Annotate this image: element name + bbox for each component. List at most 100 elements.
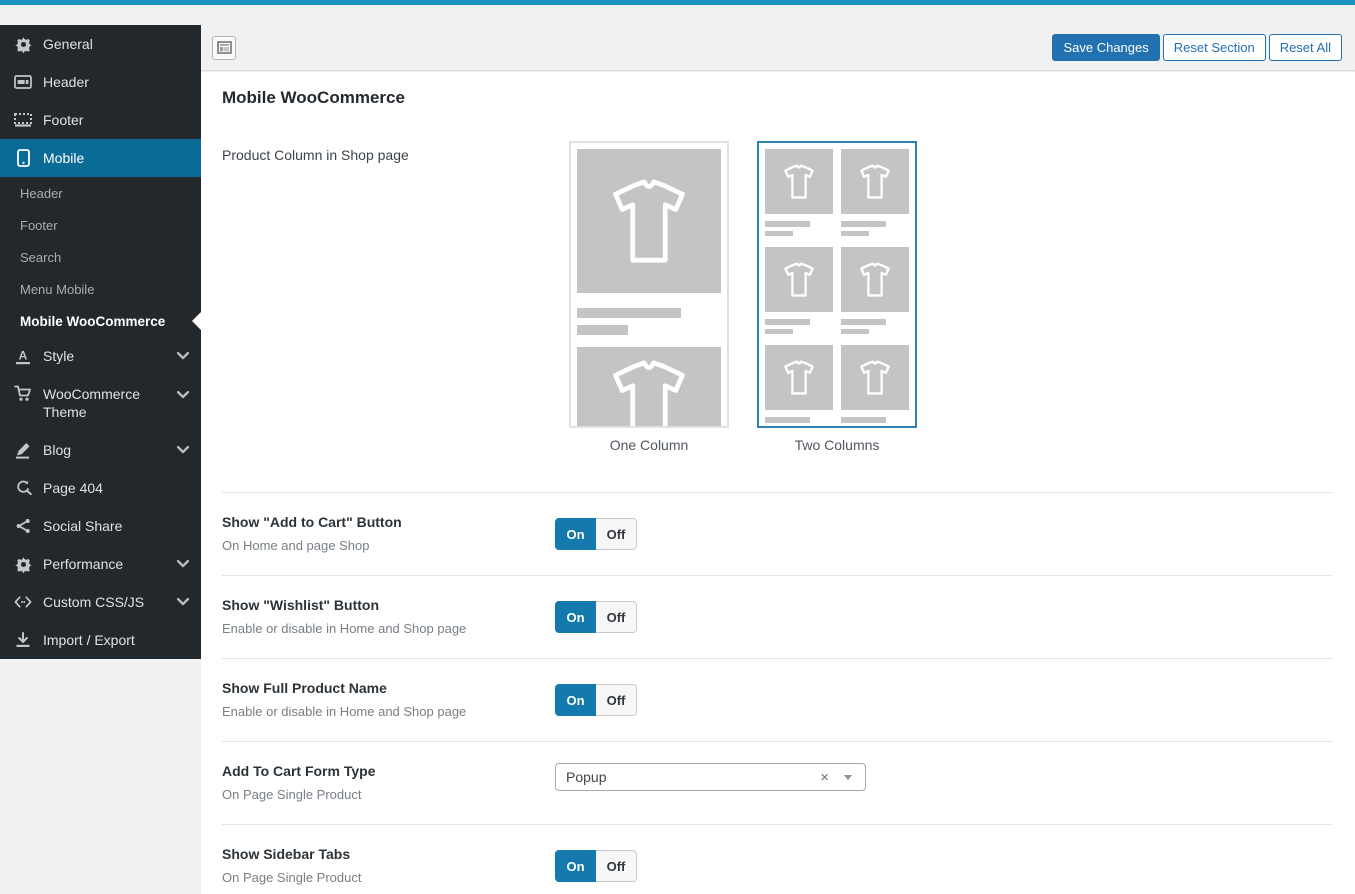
select-value: Popup	[566, 769, 606, 785]
sidebar-item-label: Header	[43, 74, 89, 90]
form-type-select[interactable]: Popup ×	[555, 763, 866, 791]
top-accent-bar	[0, 0, 1355, 5]
sidebar-item-import-export[interactable]: Import / Export	[0, 621, 201, 659]
dropdown-arrow-icon[interactable]	[844, 775, 852, 780]
sidebar-subitem-label: Mobile WooCommerce	[20, 314, 165, 329]
chevron-down-icon[interactable]	[177, 391, 189, 399]
clear-selection-icon[interactable]: ×	[820, 770, 829, 785]
smartphone-icon	[14, 149, 32, 167]
setting-row-add-to-cart: Show "Add to Cart" Button On Home and pa…	[222, 492, 1333, 575]
chevron-down-icon[interactable]	[177, 560, 189, 568]
setting-label: Product Column in Shop page	[222, 141, 555, 453]
product-image-placeholder	[577, 347, 721, 428]
setting-description: On Page Single Product	[222, 870, 555, 885]
settings-panel: Mobile WooCommerce Product Column in Sho…	[201, 72, 1355, 894]
tshirt-icon	[856, 360, 894, 395]
setting-row-wishlist: Show "Wishlist" Button Enable or disable…	[222, 575, 1333, 658]
toggle-off-button[interactable]: Off	[596, 518, 637, 550]
chevron-down-icon[interactable]	[177, 598, 189, 606]
setting-description: Enable or disable in Home and Shop page	[222, 621, 555, 636]
toggle-on-button[interactable]: On	[555, 684, 596, 716]
toggle-on-button[interactable]: On	[555, 518, 596, 550]
search-refresh-icon	[14, 480, 32, 496]
chevron-down-icon[interactable]	[177, 446, 189, 454]
gear-icon	[14, 36, 32, 53]
sidebar-item-label: Page 404	[43, 480, 103, 496]
sidebar-subitem-search[interactable]: Search	[0, 241, 201, 273]
style-a-icon: A	[14, 348, 32, 365]
sidebar-item-performance[interactable]: Performance	[0, 545, 201, 583]
sidebar-tabs-toggle: On Off	[555, 850, 637, 882]
reset-all-button[interactable]: Reset All	[1269, 34, 1342, 61]
download-icon	[14, 632, 32, 648]
sidebar-item-page-404[interactable]: Page 404	[0, 469, 201, 507]
top-toolbar: Save Changes Reset Section Reset All	[201, 25, 1355, 71]
sidebar-subitem-menu-mobile[interactable]: Menu Mobile	[0, 273, 201, 305]
sidebar-item-style[interactable]: A Style	[0, 337, 201, 375]
product-tile	[841, 247, 909, 334]
text-bar-placeholder	[577, 325, 628, 335]
option-label: One Column	[569, 437, 729, 453]
sidebar-item-label: Import / Export	[43, 632, 135, 648]
product-column-setting: Product Column in Shop page One Column	[222, 141, 1333, 492]
sidebar-subitem-mobile-woocommerce[interactable]: Mobile WooCommerce	[0, 305, 201, 337]
option-label: Two Columns	[757, 437, 917, 453]
toggle-off-button[interactable]: Off	[596, 601, 637, 633]
sidebar-item-mobile[interactable]: Mobile	[0, 139, 201, 177]
sidebar-item-label: General	[43, 36, 93, 52]
setting-title: Show Full Product Name	[222, 680, 555, 696]
cart-icon	[14, 385, 32, 402]
sidebar-item-general[interactable]: General	[0, 25, 201, 63]
setting-description: On Home and page Shop	[222, 538, 555, 553]
header-layout-icon	[14, 75, 32, 89]
panel-toggle-button[interactable]	[212, 36, 236, 60]
wishlist-toggle: On Off	[555, 601, 637, 633]
save-changes-button[interactable]: Save Changes	[1052, 34, 1159, 61]
sidebar-item-footer[interactable]: Footer	[0, 101, 201, 139]
share-icon	[14, 518, 32, 534]
sidebar-item-header[interactable]: Header	[0, 63, 201, 101]
sidebar-subitem-label: Search	[20, 250, 61, 265]
add-to-cart-toggle: On Off	[555, 518, 637, 550]
sidebar-subitem-footer[interactable]: Footer	[0, 209, 201, 241]
product-tile	[841, 149, 909, 236]
one-column-preview-card[interactable]	[569, 141, 729, 428]
setting-row-full-product-name: Show Full Product Name Enable or disable…	[222, 658, 1333, 741]
sidebar-subitem-header[interactable]: Header	[0, 177, 201, 209]
toggle-off-button[interactable]: Off	[596, 684, 637, 716]
chevron-down-icon[interactable]	[177, 352, 189, 360]
full-product-name-toggle: On Off	[555, 684, 637, 716]
text-bar-placeholder	[577, 308, 681, 318]
tshirt-icon	[780, 360, 818, 395]
page-title: Mobile WooCommerce	[222, 88, 1333, 108]
tshirt-icon	[780, 262, 818, 297]
pencil-icon	[14, 442, 32, 459]
layout-panel-icon	[217, 41, 232, 54]
sidebar-item-label: Social Share	[43, 518, 122, 534]
sidebar-item-label: Mobile	[43, 150, 84, 166]
sidebar-item-label: WooCommerce Theme	[43, 385, 159, 421]
setting-description: On Page Single Product	[222, 787, 555, 802]
sidebar-item-label: Performance	[43, 556, 123, 572]
sidebar-item-custom-css-js[interactable]: Custom CSS/JS	[0, 583, 201, 621]
two-columns-preview-card[interactable]	[757, 141, 917, 428]
sidebar-item-social-share[interactable]: Social Share	[0, 507, 201, 545]
sidebar-item-label: Footer	[43, 112, 83, 128]
product-tile	[765, 149, 833, 236]
toggle-on-button[interactable]: On	[555, 850, 596, 882]
settings-sidebar: General Header Footer Mobile Header Foot…	[0, 25, 201, 659]
product-column-option-two: Two Columns	[757, 141, 917, 453]
sidebar-subitem-label: Menu Mobile	[20, 282, 94, 297]
product-tile	[765, 345, 833, 428]
product-column-option-one: One Column	[569, 141, 729, 453]
footer-grid-icon	[14, 113, 32, 127]
product-image-placeholder	[577, 149, 721, 293]
sidebar-item-label: Style	[43, 348, 74, 364]
sidebar-item-woocommerce-theme[interactable]: WooCommerce Theme	[0, 375, 201, 431]
sidebar-item-blog[interactable]: Blog	[0, 431, 201, 469]
toggle-off-button[interactable]: Off	[596, 850, 637, 882]
sidebar-subitem-label: Header	[20, 186, 63, 201]
reset-section-button[interactable]: Reset Section	[1163, 34, 1266, 61]
toggle-on-button[interactable]: On	[555, 601, 596, 633]
code-icon	[14, 596, 32, 608]
